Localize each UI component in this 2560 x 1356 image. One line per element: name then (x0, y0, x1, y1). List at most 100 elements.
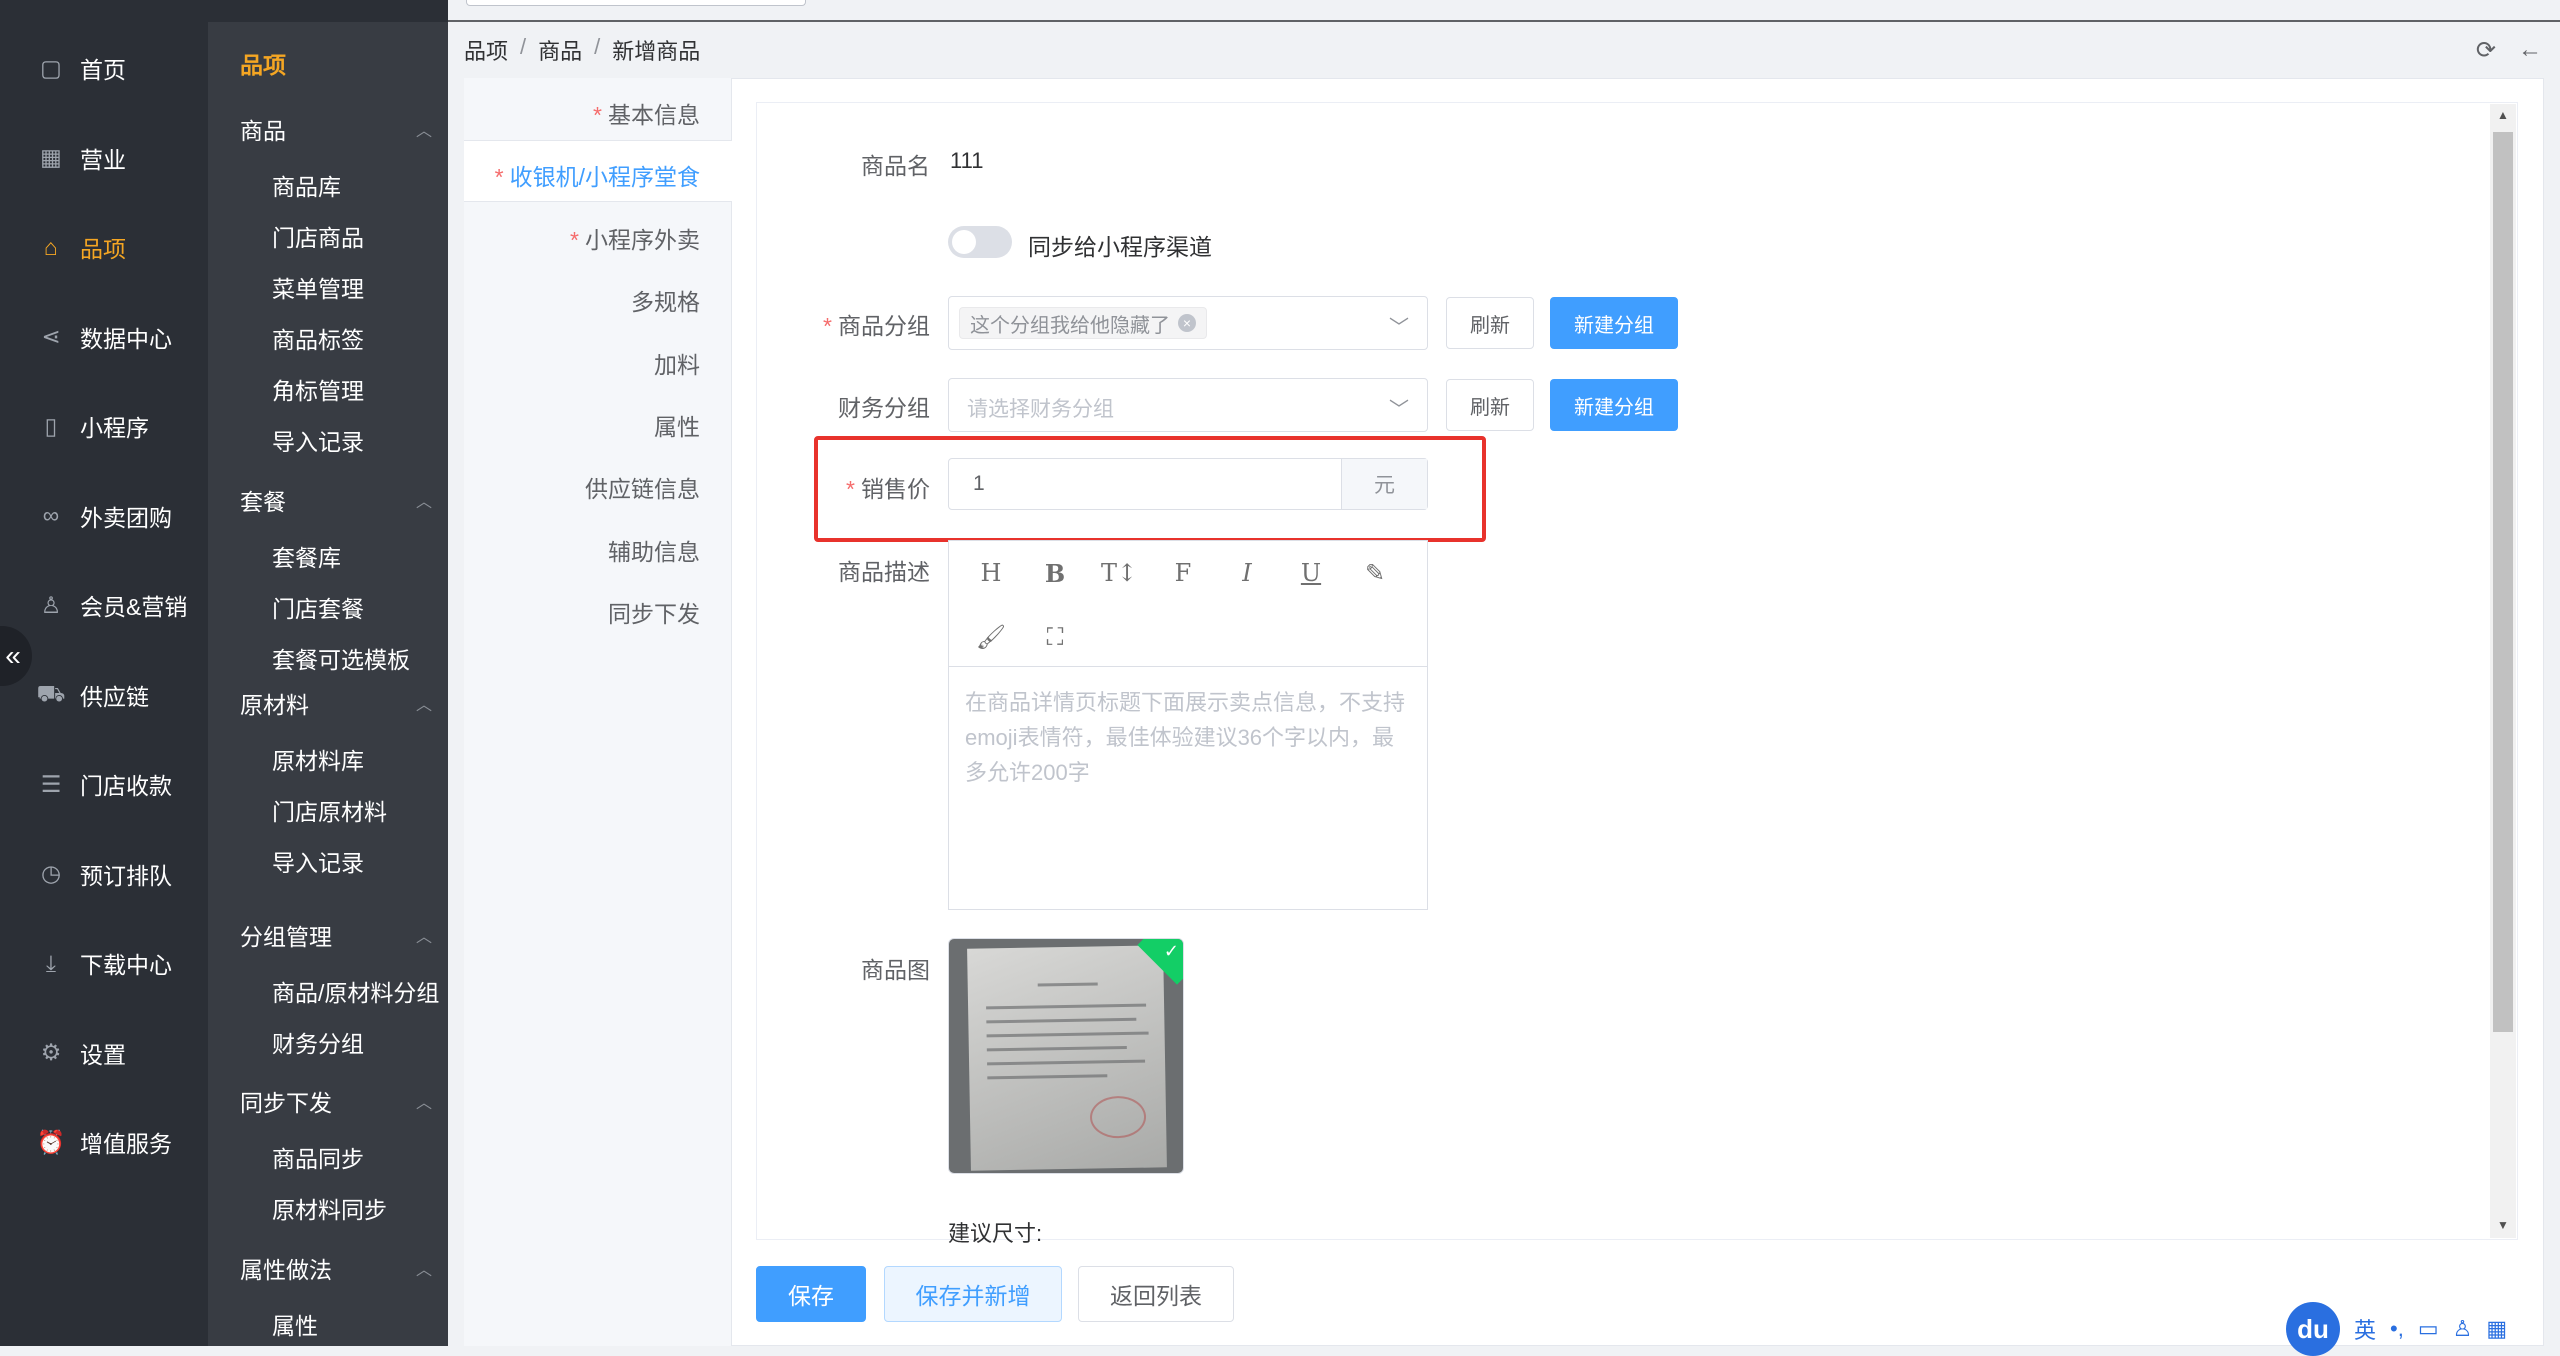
form-tab-label: 供应链信息 (585, 476, 700, 503)
nav-item[interactable]: ∞ 外卖团购 (0, 486, 208, 546)
nav-group-label: 分组管理 (240, 924, 332, 950)
ime-toolbar: du 英 •, ▭ ♙ ▦ (2286, 1302, 2507, 1356)
group-select[interactable]: 这个分组我给他隐藏了 × ﹀ (948, 296, 1428, 350)
nav-item[interactable]: ⚙ 设置 (0, 1023, 208, 1083)
nav-sub-item[interactable]: 原材料同步 (272, 1191, 387, 1225)
nav-sub-item[interactable]: 门店套餐 (272, 590, 364, 624)
image-label: 商品图 (861, 957, 930, 983)
nav-sub-item[interactable]: 商品/原材料分组 (272, 974, 439, 1008)
nav-item[interactable]: ♙ 会员&营销 (0, 575, 208, 635)
new-group-button[interactable]: 新建分组 (1550, 297, 1678, 349)
form-tab[interactable]: 加料 (464, 346, 700, 380)
back-to-list-button[interactable]: 返回列表 (1078, 1266, 1234, 1322)
nav-item[interactable]: ▯ 小程序 (0, 396, 208, 456)
form-tab[interactable]: 属性 (464, 408, 700, 442)
nav-group-header[interactable]: 套餐 ︿ (240, 483, 432, 517)
nav-sub-item[interactable]: 套餐可选模板 (272, 641, 410, 675)
form-tab[interactable]: 供应链信息 (464, 470, 700, 504)
refresh-icon[interactable]: ⟳ (2476, 36, 2496, 65)
price-label: * 销售价 (690, 470, 930, 504)
ime-language[interactable]: 英 (2354, 1313, 2376, 1345)
nav-group-header[interactable]: 同步下发 ︿ (240, 1084, 432, 1118)
refresh-finance-button[interactable]: 刷新 (1446, 379, 1534, 431)
nav-sub-item[interactable]: 商品标签 (272, 321, 364, 355)
nav-group-header[interactable]: 属性做法 ︿ (240, 1251, 432, 1285)
nav-sub-item[interactable]: 财务分组 (272, 1025, 364, 1059)
nav-sub-item[interactable]: 门店商品 (272, 219, 364, 253)
fullscreen-icon[interactable]: ⛶ (1035, 617, 1075, 657)
ime-grid-icon[interactable]: ▦ (2486, 1316, 2507, 1342)
ime-logo[interactable]: du (2286, 1302, 2340, 1356)
ime-keyboard-icon[interactable]: ▭ (2418, 1316, 2439, 1342)
form-scrollbar[interactable]: ▲ ▼ (2490, 104, 2516, 1238)
nav-sub-item[interactable]: 导入记录 (272, 423, 364, 457)
top-tab-stub[interactable] (466, 0, 806, 6)
italic-icon[interactable]: I (1227, 553, 1267, 593)
nav-item[interactable]: ▢ 首页 (0, 38, 208, 98)
gear-icon: ⚙ (40, 1039, 62, 1065)
bike-icon: ∞ (42, 502, 60, 528)
nav-group-header[interactable]: 分组管理 ︿ (240, 918, 432, 952)
nav-item[interactable]: ☰ 门店收款 (0, 754, 208, 814)
heading-icon[interactable]: H (971, 553, 1011, 593)
tag-close-icon[interactable]: × (1178, 314, 1196, 332)
brush-icon[interactable]: 🖌 (971, 617, 1011, 657)
back-arrow-icon[interactable]: ← (2518, 36, 2542, 65)
product-image-thumbnail[interactable]: ✓ (948, 938, 1184, 1174)
form-tab[interactable]: * 基本信息 (464, 96, 700, 130)
alarm-icon: ⏰ (36, 1128, 66, 1155)
nav-group-header[interactable]: 商品 ︿ (240, 112, 432, 146)
check-icon: ✓ (1163, 941, 1179, 961)
nav-sub-item[interactable]: 原材料库 (272, 742, 364, 776)
save-button[interactable]: 保存 (756, 1266, 866, 1322)
nav-sub-item[interactable]: 套餐库 (272, 539, 341, 573)
nav-item[interactable]: ⌂ 品项 (0, 217, 208, 277)
nav-item-label: 预订排队 (80, 862, 172, 889)
new-finance-group-button[interactable]: 新建分组 (1550, 379, 1678, 431)
price-input[interactable]: 1 (949, 459, 1341, 509)
nav-sub-item[interactable]: 商品同步 (272, 1140, 364, 1174)
bold-icon[interactable]: B (1035, 553, 1075, 593)
breadcrumb-item[interactable]: 商品 (538, 34, 582, 66)
nav-sub-item[interactable]: 菜单管理 (272, 270, 364, 304)
nav-sub-item[interactable]: 属性 (272, 1307, 318, 1341)
finance-placeholder: 请选择财务分组 (967, 398, 1114, 421)
scrollbar-thumb[interactable] (2493, 132, 2513, 1032)
nav-item[interactable]: ◷ 预订排队 (0, 844, 208, 904)
nav-sub-item[interactable]: 门店原材料 (272, 793, 387, 827)
font-family-icon[interactable]: F (1163, 553, 1203, 593)
ime-punctuation[interactable]: •, (2390, 1316, 2404, 1342)
nav-item-label: 小程序 (80, 415, 149, 441)
required-mark: * (570, 226, 579, 253)
nav-item-label: 下载中心 (80, 952, 172, 978)
ime-user-icon[interactable]: ♙ (2453, 1316, 2473, 1342)
form-tab[interactable]: * 收银机/小程序堂食 (464, 158, 700, 192)
nav-item[interactable]: ⏰ 增值服务 (0, 1112, 208, 1172)
nav-item[interactable]: ▦ 营业 (0, 128, 208, 188)
required-mark: * (494, 164, 504, 191)
nav-sub-item[interactable]: 角标管理 (272, 372, 364, 406)
save-and-new-button[interactable]: 保存并新增 (884, 1266, 1062, 1322)
highlight-icon[interactable]: ✎ (1355, 553, 1395, 593)
nav-sub-item[interactable]: 商品库 (272, 168, 341, 202)
scroll-up-arrow-icon[interactable]: ▲ (2497, 108, 2509, 122)
scroll-down-arrow-icon[interactable]: ▼ (2497, 1218, 2509, 1232)
form-tab[interactable]: 同步下发 (464, 595, 700, 629)
nav-group-header[interactable]: 原材料 ︿ (240, 686, 432, 720)
breadcrumb-item[interactable]: 品项 (464, 34, 508, 66)
sync-miniapp-toggle[interactable] (948, 226, 1012, 258)
underline-icon[interactable]: U (1291, 553, 1331, 593)
form-tab[interactable]: 辅助信息 (464, 533, 700, 567)
nav-item[interactable]: ⤓ 下载中心 (0, 933, 208, 993)
form-tab[interactable]: * 小程序外卖 (464, 221, 700, 255)
finance-select[interactable]: 请选择财务分组 ﹀ (948, 378, 1428, 432)
font-size-icon[interactable]: T↕ (1099, 553, 1139, 593)
nav-sub-item[interactable]: 导入记录 (272, 844, 364, 878)
nav-item[interactable]: ⛟ 供应链 (0, 665, 208, 725)
size-hint: 建议尺寸: (948, 1221, 1043, 1246)
nav-item[interactable]: ⋖ 数据中心 (0, 307, 208, 367)
form-tab[interactable]: 多规格 (464, 283, 700, 317)
refresh-group-button[interactable]: 刷新 (1446, 297, 1534, 349)
secondary-sidebar-title: 品项 (240, 52, 286, 78)
description-editor[interactable]: H B T↕ F I U ✎ 🖌 ⛶ 在商品详情页标题下面展示卖点信息，不支持emoji表情符，… (948, 540, 1428, 910)
